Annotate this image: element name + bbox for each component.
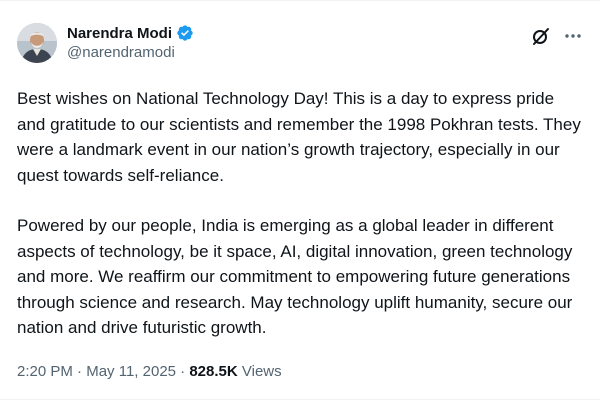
more-options-button[interactable] (562, 25, 584, 47)
avatar[interactable] (17, 23, 57, 63)
tweet-text: Best wishes on National Technology Day! … (17, 86, 587, 341)
more-options-icon (565, 34, 581, 38)
avatar-image (17, 23, 57, 63)
views-label[interactable]: Views (242, 363, 282, 380)
views-count[interactable]: 828.5K (189, 363, 237, 380)
tweet-date[interactable]: May 11, 2025 (86, 363, 176, 380)
meta-separator: · (77, 363, 83, 380)
tweet-header: Narendra Modi @narendramodi (17, 19, 588, 69)
author-handle[interactable]: @narendramodi (67, 44, 194, 61)
tweet-time[interactable]: 2:20 PM (17, 363, 73, 380)
tweet-meta: 2:20 PM · May 11, 2025 · 828.5K Views (17, 363, 282, 380)
author-names: Narendra Modi @narendramodi (67, 23, 194, 61)
verified-badge-icon[interactable] (176, 24, 194, 42)
display-name[interactable]: Narendra Modi (67, 25, 172, 42)
grok-button[interactable] (530, 25, 552, 47)
tweet-paragraph-1: Best wishes on National Technology Day! … (17, 89, 581, 185)
display-name-row: Narendra Modi (67, 23, 194, 43)
tweet-card: Narendra Modi @narendramodi Best wishes … (0, 0, 600, 400)
meta-separator: · (180, 363, 186, 380)
grok-icon (533, 28, 549, 45)
tweet-paragraph-2: Powered by our people, India is emerging… (17, 216, 573, 337)
